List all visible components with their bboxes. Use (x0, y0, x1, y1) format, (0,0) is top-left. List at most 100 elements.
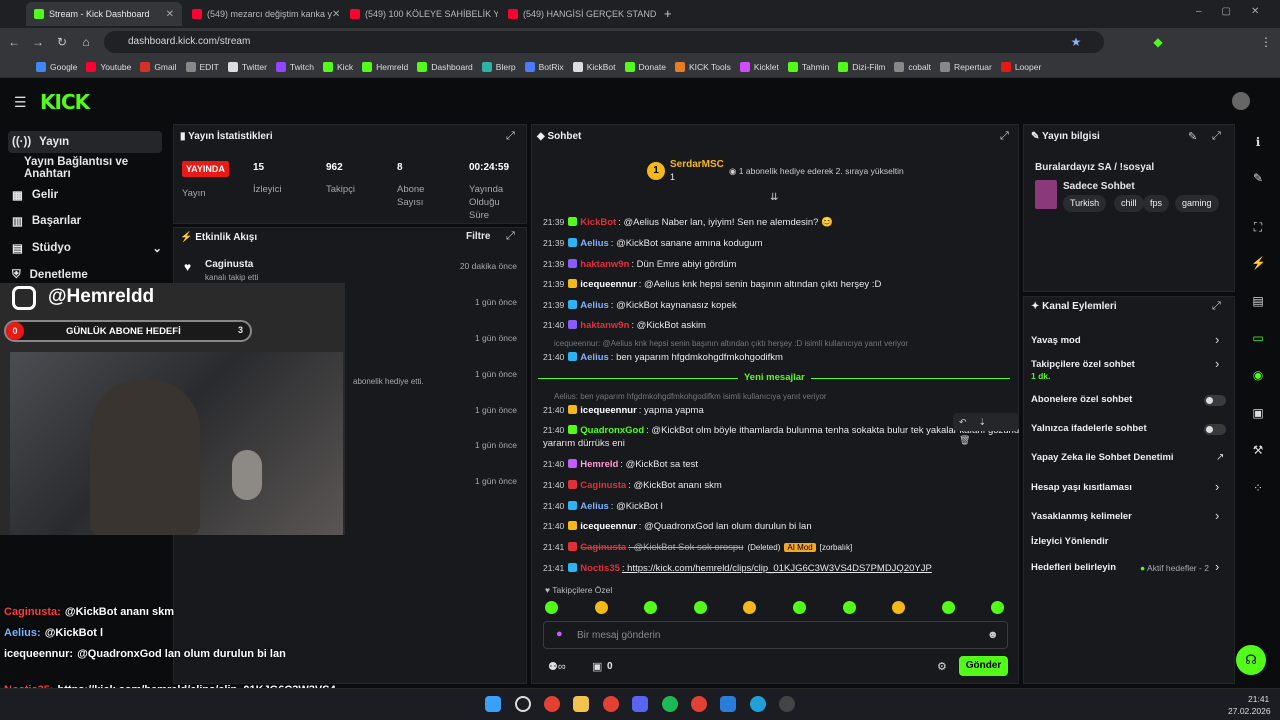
action-item[interactable]: Hedefleri belirleyin (1031, 562, 1116, 573)
support-button[interactable]: ☊ (1236, 645, 1266, 675)
back-icon[interactable]: ← (6, 34, 22, 50)
tab-kick-dashboard[interactable]: Stream - Kick Dashboard ✕ (26, 2, 182, 26)
layout-icon[interactable]: ▣ (1251, 406, 1265, 420)
vscode-icon[interactable] (720, 696, 736, 712)
chat-icon[interactable]: ▭ (1251, 331, 1265, 345)
avatar[interactable] (1232, 92, 1250, 110)
edit-icon[interactable]: ✎ (1188, 130, 1197, 143)
star-icon[interactable]: ★ (1068, 34, 1084, 50)
activity-user[interactable]: Caginusta (205, 259, 253, 270)
bookmark-item[interactable]: Twitter (227, 61, 267, 72)
send-button[interactable]: Gönder (959, 656, 1008, 676)
sidebar-item-gelir[interactable]: ▦ Gelir (12, 184, 58, 206)
chat-message[interactable]: 21:40 Aelius: @KickBot l (543, 499, 663, 513)
chat-message[interactable]: 21:41 Caginusta: @KickBot Sok sok orospu(… (543, 540, 852, 554)
chat-username[interactable]: Aelius (580, 300, 609, 311)
chevron-right-icon[interactable]: › (1215, 356, 1219, 371)
expand-icon[interactable]: ⤢ (506, 130, 515, 143)
chat-username[interactable]: Aelius (580, 238, 609, 249)
bookmark-item[interactable]: Gmail (140, 61, 177, 72)
chat-username[interactable]: Caginusta (580, 480, 626, 491)
hamburger-icon[interactable]: ☰ (14, 94, 27, 111)
kick-logo[interactable]: KICK (40, 90, 90, 114)
mic-icon[interactable]: ● (556, 628, 563, 640)
bookmark-item[interactable]: Hemreld (362, 61, 408, 72)
chevron-right-icon[interactable]: › (1215, 332, 1219, 347)
sidebar-item-basarilar[interactable]: ▥ Başarılar (12, 210, 81, 232)
pencil-icon[interactable]: ✎ (1251, 171, 1265, 185)
chat-username[interactable]: Noctis35 (580, 563, 620, 574)
discord-icon[interactable] (632, 696, 648, 712)
tag-pill[interactable]: gaming (1175, 195, 1219, 212)
bookmark-item[interactable]: cobalt (894, 61, 931, 72)
chevron-right-icon[interactable]: › (1215, 479, 1219, 494)
chat-message[interactable]: 21:40 icequeennur: @QuadronxGod lan olum … (543, 519, 812, 533)
home-icon[interactable]: ⌂ (78, 34, 94, 50)
tag-pill[interactable]: Turkish (1063, 195, 1107, 212)
bookmark-item[interactable]: Twitch (275, 61, 314, 72)
chat-username[interactable]: haktanw9n (580, 320, 629, 331)
emote-icon[interactable] (793, 601, 806, 614)
emote-icon[interactable] (941, 601, 955, 614)
chat-username[interactable]: KickBot (580, 217, 616, 228)
chat-username[interactable]: icequeennur (580, 521, 637, 532)
action-item[interactable]: Hesap yaşı kısıtlaması (1031, 482, 1132, 493)
action-item[interactable]: Yasaklanmış kelimeler (1031, 511, 1132, 522)
bookmark-item[interactable]: Blerp (481, 61, 516, 72)
crop-icon[interactable]: ⛶ (1251, 220, 1265, 234)
expand-icon[interactable]: ⤢ (1000, 130, 1009, 143)
chrome-icon[interactable] (544, 696, 560, 712)
info-icon[interactable]: ℹ (1251, 135, 1265, 149)
forward-icon[interactable]: → (30, 34, 46, 50)
toggle-switch[interactable] (1204, 424, 1226, 435)
chat-username[interactable]: QuadronxGod (580, 425, 644, 436)
emote-icon[interactable] (842, 601, 856, 614)
search-icon[interactable] (515, 696, 531, 712)
chat-username[interactable]: Hemreld (580, 459, 618, 470)
sidebar-item-yayin[interactable]: ((·)) Yayın (8, 131, 162, 153)
chat-message[interactable]: 21:39 Aelius: @KickBot kaynanasız kopek (543, 298, 737, 312)
close-icon[interactable]: ✕ (166, 9, 174, 20)
new-tab-icon[interactable]: + (664, 6, 672, 21)
sidebar-item-studyo[interactable]: ▤ Stüdyo ⌄ (12, 237, 162, 259)
action-item[interactable]: İzleyici Yönlendir (1031, 536, 1108, 547)
chat-message[interactable]: 21:40 Hemreld: @KickBot sa test (543, 457, 698, 471)
bolt-icon[interactable]: ⚡ (1251, 256, 1266, 270)
expand-icon[interactable]: ⤢ (506, 230, 515, 243)
chat-message[interactable]: 21:40 Aelius: ben yaparım hfgdmkohgdfmkoh… (543, 350, 783, 364)
bookmark-item[interactable]: Kicklet (739, 61, 779, 72)
bookmark-item[interactable]: Google (36, 61, 77, 72)
tool-icon[interactable]: ⚒ (1251, 443, 1265, 457)
chat-username[interactable]: Aelius (580, 352, 609, 363)
bookmark-item[interactable]: Repertuar (940, 61, 992, 72)
community-icon[interactable]: ⚉∞ (548, 660, 566, 673)
window-controls[interactable]: –▢✕ (1196, 6, 1279, 17)
chevron-right-icon[interactable]: › (1215, 559, 1219, 574)
chat-message[interactable]: 21:40 icequeennur: yapma yapma (543, 403, 704, 417)
chat-message[interactable]: 21:39 icequeennur: @Aelius knk hepsi seni… (543, 277, 881, 291)
url-input[interactable]: dashboard.kick.com/stream (104, 31, 1104, 53)
filter-button[interactable]: Filtre (466, 231, 490, 242)
chat-username[interactable]: Caginusta (580, 542, 626, 553)
edge-icon[interactable] (750, 696, 766, 712)
tab-youtube-2[interactable]: (549) 100 KÖLEYE SAHİBELİK YA✕ (342, 2, 498, 26)
bookmark-item[interactable]: Looper (1000, 61, 1041, 72)
chrome-icon[interactable] (691, 696, 707, 712)
chevron-right-icon[interactable]: › (1215, 508, 1219, 523)
tab-youtube-1[interactable]: (549) mezarcı değiştim kanka y ✕ (184, 2, 340, 26)
windows-start-icon[interactable] (485, 696, 501, 712)
bookmark-item[interactable]: Dizi-Film (838, 61, 885, 72)
action-item[interactable]: Takipçilere özel sohbet (1031, 359, 1135, 370)
spotify-icon[interactable] (662, 696, 678, 712)
chat-username[interactable]: Aelius (580, 501, 609, 512)
dots-icon[interactable]: ⁘ (1251, 481, 1265, 495)
chrome-icon[interactable] (603, 696, 619, 712)
emote-icon[interactable] (594, 601, 608, 614)
bookmark-item[interactable]: KickBot (572, 61, 616, 72)
bookmark-item[interactable]: Donate (624, 61, 666, 72)
chat-username[interactable]: haktanw9n (580, 259, 629, 270)
chat-message[interactable]: 21:39 Aelius: @KickBot sanane amına kodug… (543, 236, 763, 250)
chat-username[interactable]: icequeennur (580, 279, 637, 290)
extensions-icon[interactable]: ◆ (1150, 34, 1166, 50)
emote-icon[interactable] (693, 601, 707, 614)
